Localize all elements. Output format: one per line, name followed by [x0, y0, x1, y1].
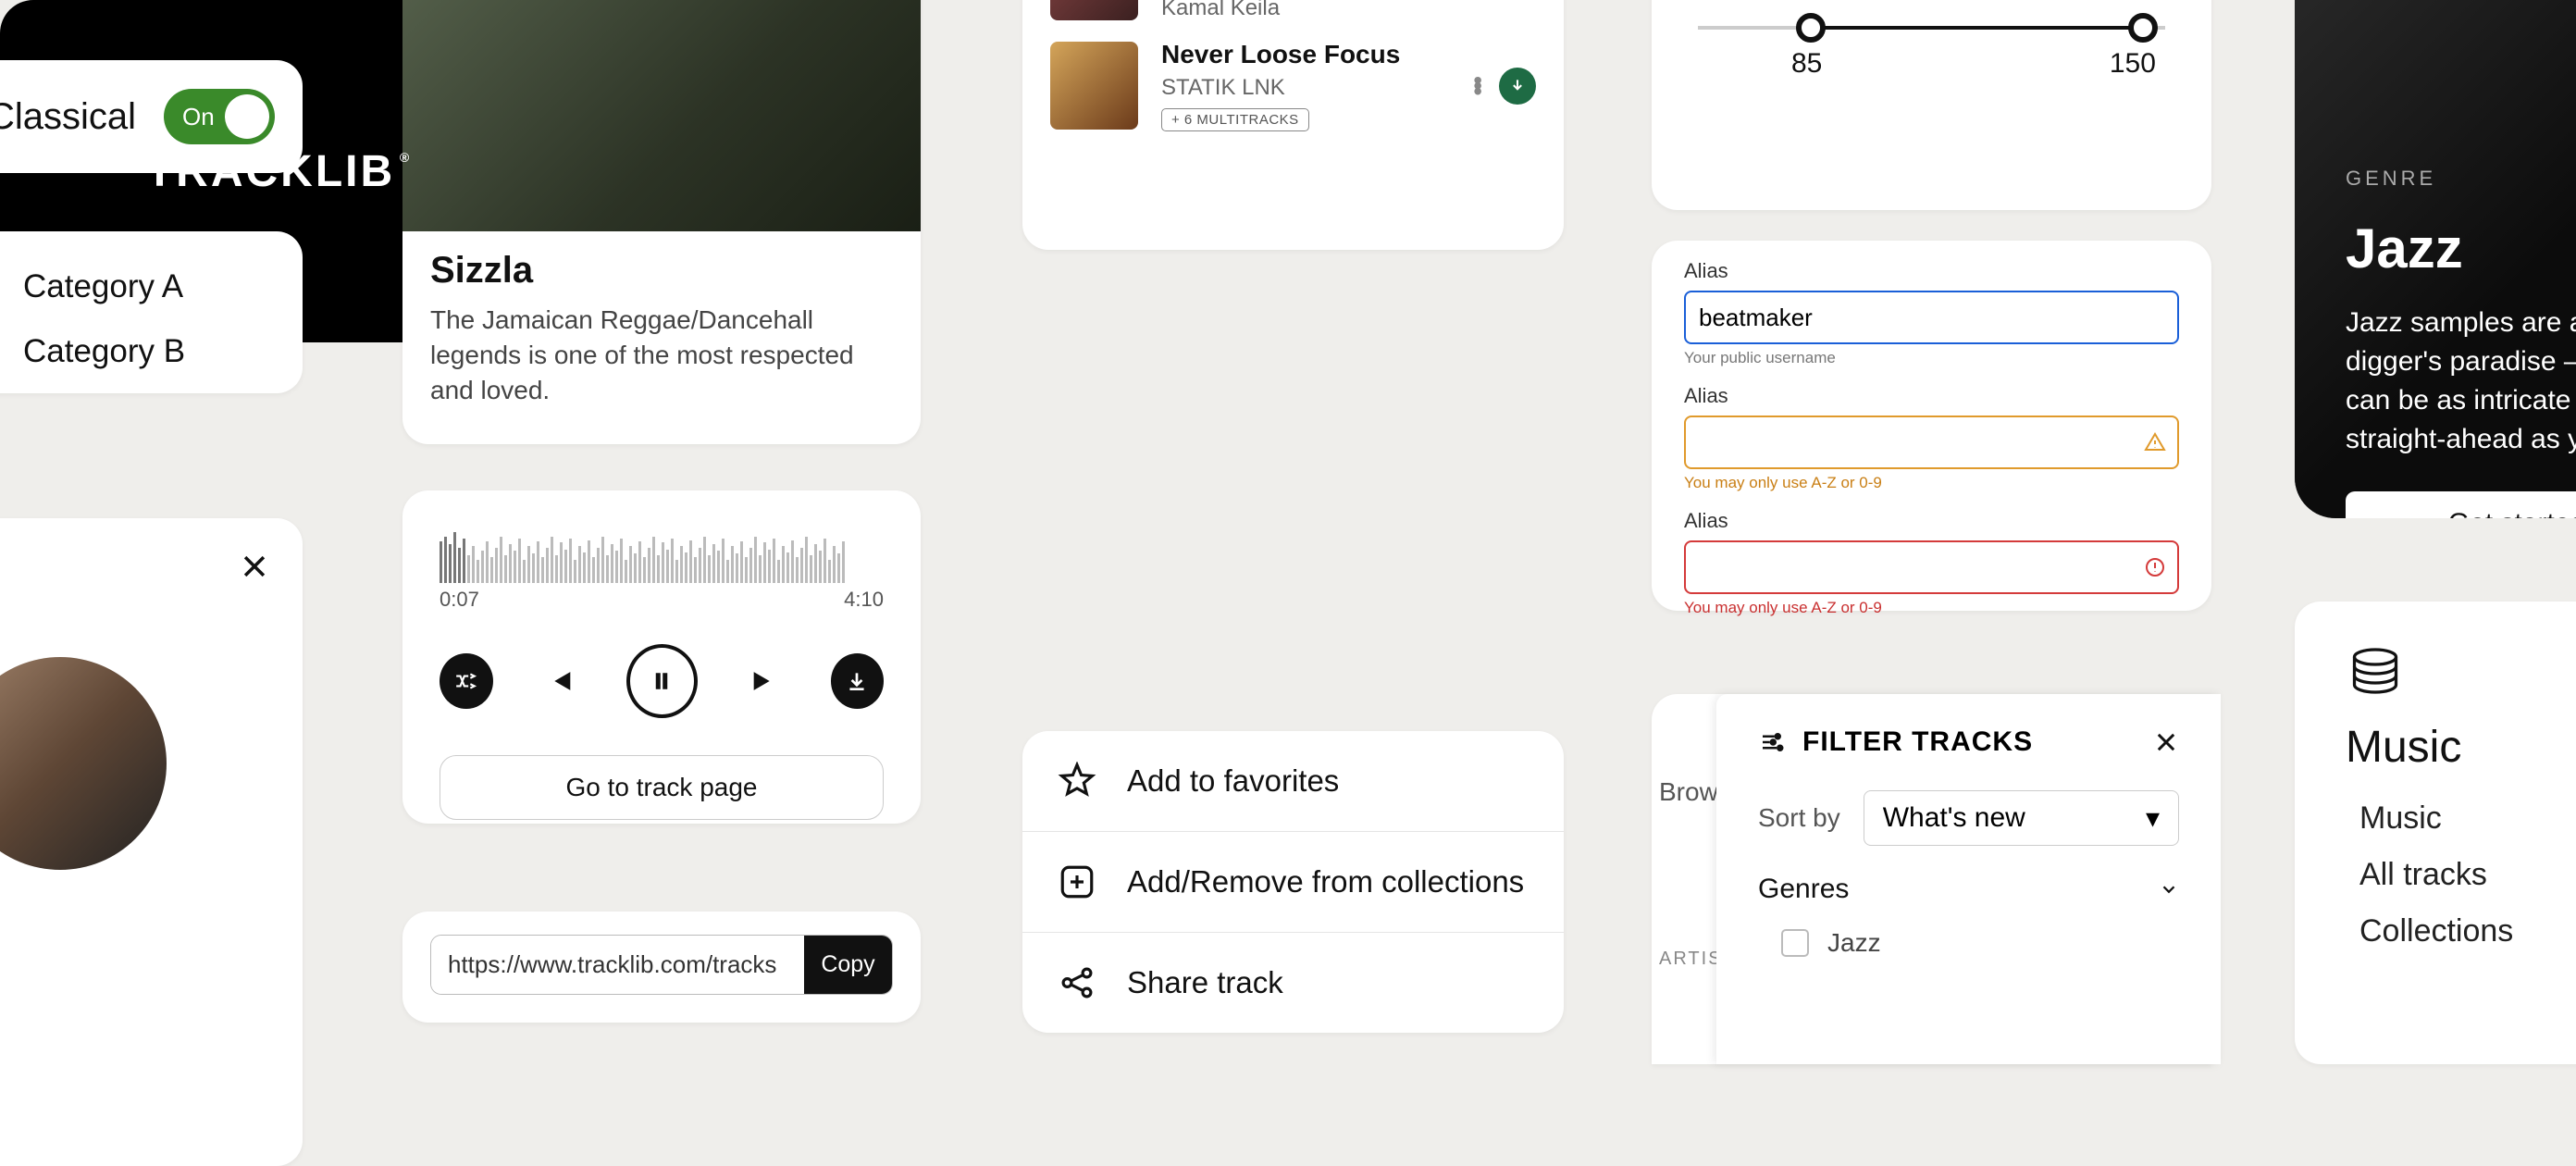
track-artist: STATIK LNK: [1161, 75, 1450, 101]
bpm-max: 150: [2110, 48, 2156, 80]
genres-expander[interactable]: Genres: [1758, 874, 2179, 905]
goto-track-button[interactable]: Go to track page: [440, 755, 884, 820]
sort-select[interactable]: What's new ▾: [1864, 790, 2179, 846]
genre-option-label: Jazz: [1827, 928, 1881, 958]
player-card: 0:07 4:10 Go to track page: [402, 490, 921, 824]
sort-value: What's new: [1883, 802, 2025, 834]
alias-card: Alias Your public username Alias You may…: [1652, 241, 2211, 611]
album-art: [1050, 0, 1138, 20]
menu-label: Add/Remove from collections: [1127, 864, 1524, 899]
genre-eyebrow: GENRE: [2346, 167, 2576, 191]
sort-label: Sort by: [1758, 803, 1840, 833]
pause-button[interactable]: [626, 644, 698, 718]
radio-option-b[interactable]: Category B: [0, 333, 256, 370]
artist-card[interactable]: Sizzla The Jamaican Reggae/Dancehall leg…: [402, 0, 921, 444]
bpm-min: 85: [1791, 48, 1822, 80]
shuffle-button[interactable]: [440, 653, 493, 709]
download-button[interactable]: [831, 653, 885, 709]
copy-url-input[interactable]: [431, 936, 804, 994]
artist-description: The Jamaican Reggae/Dancehall legends is…: [430, 303, 893, 407]
genre-cta-button[interactable]: Get started: [2346, 491, 2576, 518]
caret-down-icon: ▾: [2146, 802, 2160, 835]
track-title: Never Loose Focus: [1161, 40, 1450, 69]
artist-name: Sizzla: [430, 250, 893, 292]
alias-input-warning[interactable]: [1684, 416, 2179, 469]
radio-label: Category A: [23, 268, 183, 305]
warning-icon: [2144, 431, 2166, 453]
toggle-label: Classical: [0, 96, 136, 138]
genre-option-jazz[interactable]: Jazz: [1781, 928, 2179, 958]
previous-button[interactable]: [544, 665, 576, 697]
track-row[interactable]: Never Loose Focus STATIK LNK + 6 MULTITR…: [1050, 40, 1536, 131]
copy-link-card: Copy: [402, 912, 921, 1023]
star-icon: [1055, 759, 1099, 803]
nav-card: Music Music All tracks Collections: [2295, 602, 2576, 1064]
sliders-icon: [1758, 728, 1786, 756]
genre-desc: Jazz samples are a digger's paradise — t…: [2346, 304, 2576, 459]
slider-handle-min[interactable]: [1796, 13, 1826, 43]
nav-item-music[interactable]: Music: [2359, 800, 2576, 837]
alias-input-focused[interactable]: [1684, 291, 2179, 344]
alias-input-error[interactable]: [1684, 540, 2179, 594]
track-artist: Kamal Keila: [1161, 0, 1450, 21]
menu-share[interactable]: Share track: [1022, 933, 1564, 1033]
slider-handle-max[interactable]: [2128, 13, 2158, 43]
toggle-switch[interactable]: On: [164, 89, 275, 144]
alias-label: Alias: [1684, 509, 2179, 533]
alias-label: Alias: [1684, 384, 2179, 408]
close-icon[interactable]: [2153, 729, 2179, 755]
time-elapsed: 0:07: [440, 588, 479, 612]
menu-label: Add to favorites: [1127, 763, 1339, 799]
artist-photo: [402, 0, 921, 231]
share-icon: [1055, 961, 1099, 1005]
tracklib-logo: TRACKLIB: [146, 146, 395, 197]
track-row[interactable]: Muslims and Christians Kamal Keila •••: [1050, 0, 1536, 21]
profile-modal: [0, 518, 303, 1166]
stack-icon: [2346, 643, 2576, 699]
genres-label: Genres: [1758, 874, 1849, 905]
chevron-down-icon: [2159, 879, 2179, 899]
nav-item-collections[interactable]: Collections: [2359, 913, 2576, 949]
radio-option-a[interactable]: Category A: [0, 268, 256, 305]
filter-title: FILTER TRACKS: [1802, 726, 2033, 758]
download-icon[interactable]: [1499, 68, 1536, 105]
tracklist-card: Muslims and Christians Kamal Keila ••• N…: [1022, 0, 1564, 250]
alias-hint-error: You may only use A-Z or 0-9: [1684, 599, 2179, 617]
genre-name: Jazz: [2346, 217, 2576, 280]
filter-panel: FILTER TRACKS Sort by What's new ▾ Genre…: [1716, 694, 2221, 1064]
error-icon: [2144, 556, 2166, 578]
waveform[interactable]: [440, 527, 884, 583]
plus-square-icon: [1055, 860, 1099, 904]
multitrack-badge: + 6 MULTITRACKS: [1161, 108, 1309, 131]
toggle-state-text: On: [182, 103, 215, 131]
bpm-slider-card: BPM: 85 150: [1652, 0, 2211, 210]
radio-label: Category B: [23, 333, 185, 370]
nav-title: Music: [2346, 722, 2576, 773]
copy-button[interactable]: Copy: [804, 936, 892, 994]
nav-item-all-tracks[interactable]: All tracks: [2359, 857, 2576, 893]
menu-collections[interactable]: Add/Remove from collections: [1022, 832, 1564, 933]
time-total: 4:10: [844, 588, 884, 612]
avatar: [0, 657, 167, 870]
toggle-knob: [225, 94, 269, 139]
menu-favorites[interactable]: Add to favorites: [1022, 731, 1564, 832]
context-menu: Add to favorites Add/Remove from collect…: [1022, 731, 1564, 1033]
menu-label: Share track: [1127, 965, 1283, 1000]
close-icon[interactable]: [239, 551, 270, 582]
alias-hint: Your public username: [1684, 349, 2179, 367]
alias-hint-warning: You may only use A-Z or 0-9: [1684, 474, 2179, 492]
more-icon[interactable]: •••: [1473, 78, 1480, 94]
category-radio-card: Category A Category B: [0, 231, 303, 393]
album-art: [1050, 42, 1138, 130]
alias-label: Alias: [1684, 259, 2179, 283]
checkbox-icon: [1781, 929, 1809, 957]
bpm-slider[interactable]: [1698, 26, 2165, 30]
next-button[interactable]: [749, 665, 780, 697]
genre-hero-card: GENRE Jazz Jazz samples are a digger's p…: [2295, 0, 2576, 518]
